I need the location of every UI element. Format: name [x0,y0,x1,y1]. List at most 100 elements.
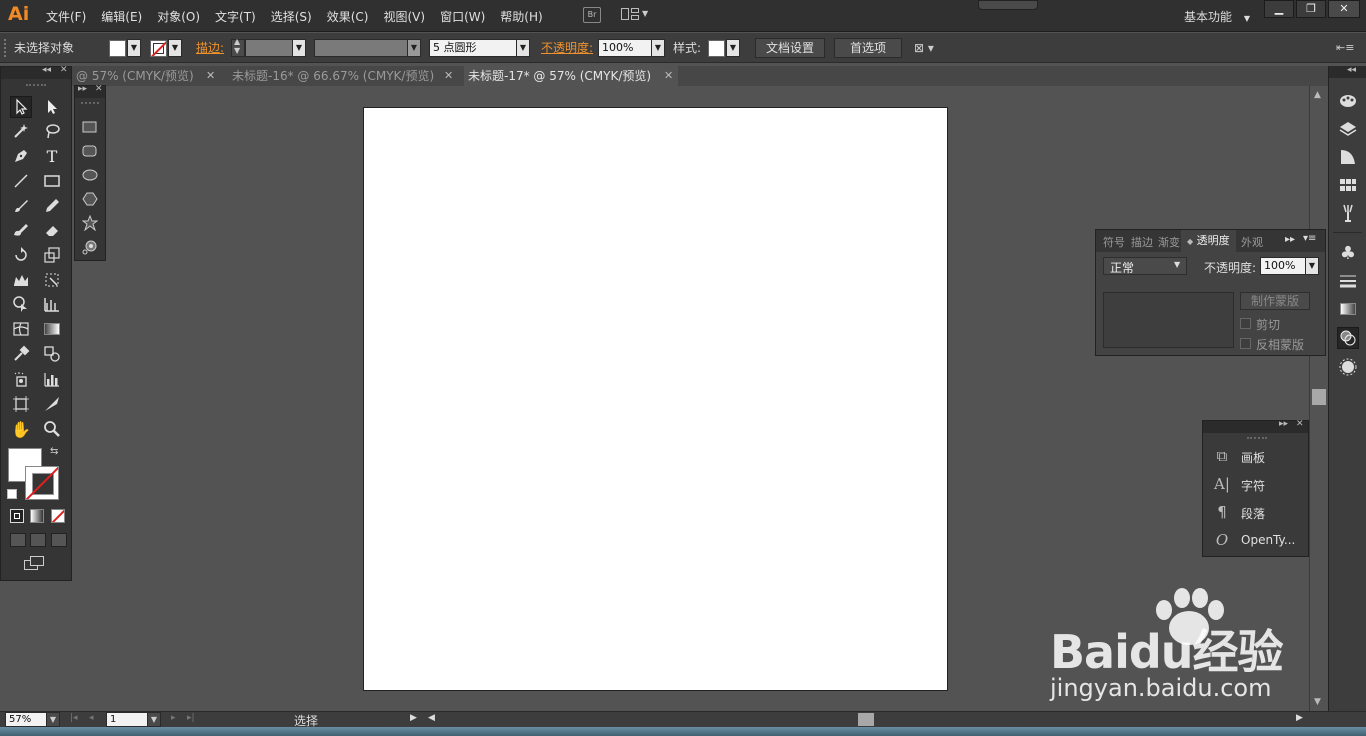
rounded-rectangle-tool-icon[interactable] [82,143,98,159]
paragraph-panel-item[interactable]: ¶ 段落 [1203,499,1308,525]
scroll-up-icon[interactable]: ▲ [1314,90,1321,100]
layers-panel-icon[interactable] [1337,118,1359,140]
status-menu-icon[interactable]: ▶ [410,713,417,723]
next-artboard-icon[interactable]: ▸ [171,713,176,723]
color-guide-icon[interactable] [1337,146,1359,168]
screen-mode-icon[interactable] [24,556,46,572]
draw-inside-icon[interactable] [51,533,67,547]
flare-tool-icon[interactable] [82,239,98,255]
workspace-switcher[interactable]: 基本功能 ▼ [1184,8,1250,25]
menu-select[interactable]: 选择(S) [271,8,312,25]
minimize-button[interactable]: ▁ [1264,0,1294,18]
menu-window[interactable]: 窗口(W) [440,8,485,25]
color-panel-icon[interactable] [1337,89,1359,111]
eyedropper-tool-icon[interactable] [10,343,32,365]
panel-menu-icon[interactable]: ▾≡ [1303,233,1316,244]
type-tool-icon[interactable]: T [41,145,63,167]
stroke-weight-stepper[interactable]: ▲ ▼ [231,37,245,57]
stroke-label[interactable]: 描边: [196,39,224,57]
tab-document-16[interactable]: 未标题-16* @ 66.67% (CMYK/预览) ✕ [228,66,460,86]
scroll-thumb[interactable] [1312,389,1326,405]
stroke-swatch[interactable] [150,40,167,57]
stroke-weight-field[interactable] [245,39,293,57]
gradient-panel-icon[interactable] [1337,298,1359,320]
star-tool-icon[interactable] [82,215,98,231]
opacity-dropdown[interactable]: ▼ [1305,257,1319,275]
arrange-documents-button[interactable]: ▼ [621,8,649,22]
stroke-panel-icon[interactable] [1337,270,1359,292]
fill-swatch[interactable] [109,40,126,57]
close-button[interactable]: ✕ [1328,0,1360,18]
artboards-panel-item[interactable]: ⧉ 画板 [1203,443,1308,469]
brush-dropdown[interactable]: ▼ [516,39,530,57]
profile-dropdown[interactable]: ▼ [407,39,421,57]
expand-icon[interactable]: ▸▸ [1279,419,1288,429]
symbol-sprayer-tool-icon[interactable] [10,368,32,390]
blend-tool-icon[interactable] [41,343,63,365]
stroke-weight-dropdown[interactable]: ▼ [292,39,306,57]
invert-mask-checkbox[interactable] [1240,338,1251,349]
mesh-tool-icon[interactable] [10,318,32,340]
opacity-dropdown[interactable]: ▼ [651,39,665,57]
vertical-scrollbar[interactable]: ▲ ▼ [1309,86,1327,711]
polygon-tool-icon[interactable] [82,191,98,207]
expand-icon[interactable]: ▸▸ [78,84,87,94]
tab-document-17[interactable]: 未标题-17* @ 57% (CMYK/预览) ✕ [464,66,678,86]
artboard-number-field[interactable]: 1 [106,712,148,727]
lasso-tool-icon[interactable] [41,120,63,142]
symbols-panel-icon[interactable]: ♣ [1337,242,1359,264]
make-mask-button[interactable]: 制作蒙版 [1240,292,1310,310]
color-mode-icon[interactable] [10,509,24,523]
menu-effect[interactable]: 效果(C) [327,8,369,25]
menu-edit[interactable]: 编辑(E) [101,8,142,25]
rectangle-tool-icon[interactable] [41,170,63,192]
brush-definition[interactable]: 5 点圆形 [429,39,517,57]
tab-stroke[interactable]: 描边 [1131,234,1153,250]
document-setup-button[interactable]: 文档设置 [755,38,825,58]
align-options-icon[interactable]: ⊠ ▾ [914,39,934,57]
menu-file[interactable]: 文件(F) [46,8,86,25]
zoom-dropdown[interactable]: ▼ [46,712,60,727]
tab-gradient[interactable]: 渐变 [1158,234,1180,250]
column-graph-tool-icon[interactable] [41,368,63,390]
opacity-field[interactable]: 100% [598,39,652,57]
restore-button[interactable]: ❐ [1296,0,1326,18]
brushes-panel-icon[interactable] [1337,202,1359,224]
more-tabs-icon[interactable]: ▸▸ [1285,234,1295,245]
horizontal-scroll-thumb[interactable] [858,713,874,726]
stroke-color-box[interactable] [25,466,59,500]
artboard-dropdown[interactable]: ▼ [147,712,161,727]
zoom-tool-icon[interactable] [41,418,63,440]
bridge-button[interactable]: Br [583,7,601,23]
swatches-panel-icon[interactable] [1337,174,1359,196]
tab-document-1[interactable]: @ 57% (CMYK/预览) ✕ [72,66,222,86]
free-transform-tool-icon[interactable] [41,269,63,291]
close-icon[interactable]: ✕ [1296,419,1304,429]
slice-tool-icon[interactable] [41,393,63,415]
rectangle-tool-icon[interactable] [82,119,98,135]
prev-artboard-icon[interactable]: ◂ [89,713,94,723]
close-tab-icon[interactable]: ✕ [664,66,673,86]
graphic-style-swatch[interactable] [708,40,725,57]
shape-builder-tool-icon[interactable] [10,293,32,315]
perspective-grid-tool-icon[interactable] [41,293,63,315]
scroll-right-icon[interactable]: ▶ [1296,713,1303,723]
zoom-field[interactable]: 57% [5,712,47,727]
tab-appearance[interactable]: 外观 [1241,234,1263,250]
clip-checkbox[interactable] [1240,318,1251,329]
stroke-dropdown[interactable]: ▼ [168,39,182,57]
blend-mode-select[interactable]: 正常 ▼ [1103,257,1187,275]
panel-menu-icon[interactable]: ⇤≡ [1336,39,1354,57]
menu-view[interactable]: 视图(V) [383,8,425,25]
rotate-tool-icon[interactable] [10,244,32,266]
character-panel-item[interactable]: A| 字符 [1203,471,1308,497]
blob-brush-tool-icon[interactable] [10,219,32,241]
none-mode-icon[interactable] [51,509,65,523]
close-tab-icon[interactable]: ✕ [206,66,215,86]
tab-symbols[interactable]: 符号 [1103,234,1125,250]
gradient-mode-icon[interactable] [30,509,44,523]
draw-normal-icon[interactable] [10,533,26,547]
close-icon[interactable]: ✕ [60,65,68,75]
opentype-panel-item[interactable]: O OpenTy... [1203,527,1308,553]
scroll-down-icon[interactable]: ▼ [1314,697,1321,707]
